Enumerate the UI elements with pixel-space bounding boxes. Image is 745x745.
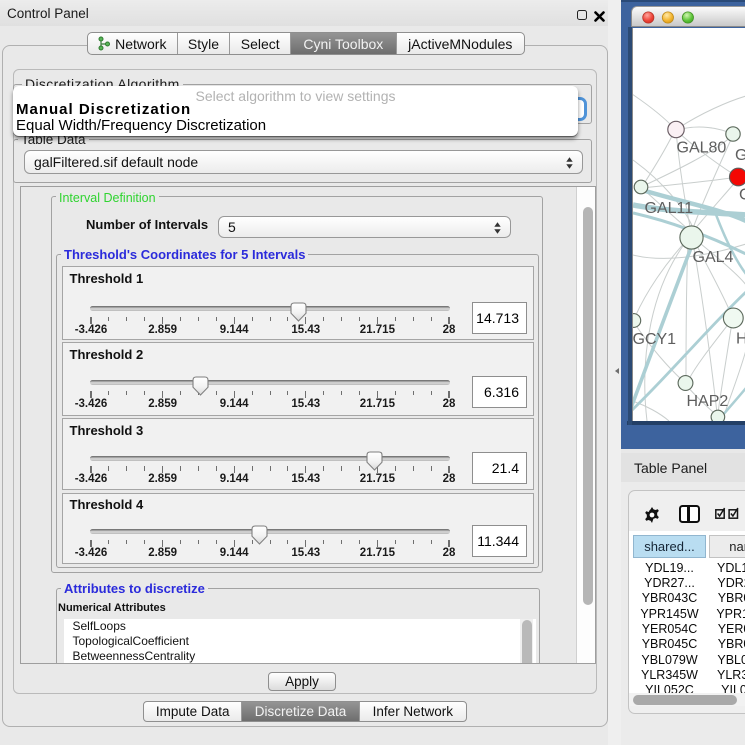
svg-text:GAL4: GAL4 — [693, 249, 734, 266]
svg-text:GCY1: GCY1 — [633, 331, 676, 348]
svg-text:GAL80: GAL80 — [677, 140, 727, 157]
svg-text:HIS4: HIS4 — [736, 331, 745, 348]
svg-text:GAL11: GAL11 — [645, 200, 694, 217]
svg-text:HAP2: HAP2 — [687, 393, 729, 410]
svg-text:CY: CY — [739, 187, 745, 204]
svg-text:GAL.: GAL. — [735, 147, 745, 164]
